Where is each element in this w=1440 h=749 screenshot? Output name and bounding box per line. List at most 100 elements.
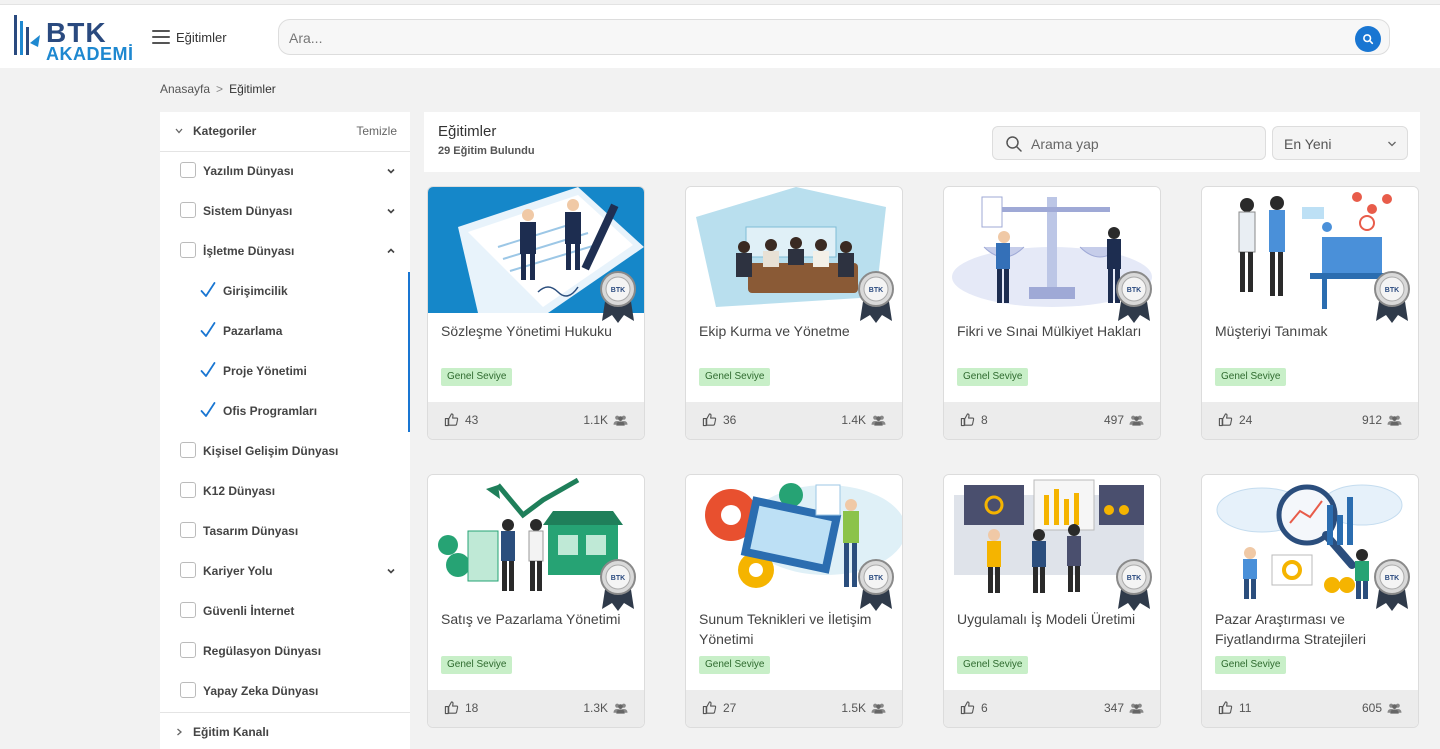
category-item[interactable]: İşletme Dünyası <box>160 232 410 272</box>
category-checkbox[interactable] <box>180 682 196 698</box>
category-checkbox[interactable] <box>180 442 196 458</box>
results-header: Eğitimler 29 Eğitim Bulundu En Yeni <box>424 112 1420 172</box>
course-card[interactable]: BTK Satış ve Pazarlama Yönetimi Genel Sevi… <box>427 474 645 728</box>
category-label: K12 Dünyası <box>203 484 276 498</box>
thumbs-up-icon <box>702 701 717 715</box>
likes-value: 11 <box>1239 700 1252 715</box>
category-checkbox[interactable] <box>180 162 196 178</box>
category-checkbox[interactable] <box>180 242 196 258</box>
category-checkbox[interactable] <box>180 642 196 658</box>
category-checkbox[interactable] <box>180 482 196 498</box>
clear-filters-button[interactable]: Temizle <box>356 124 397 138</box>
course-card-footer: 18 1.3K <box>428 690 644 727</box>
category-label: İşletme Dünyası <box>203 244 295 258</box>
category-item[interactable]: Kişisel Gelişim Dünyası <box>160 432 410 472</box>
course-title[interactable]: Uygulamalı İş Modeli Üretimi <box>957 609 1152 629</box>
breadcrumb-home-link[interactable]: Anasayfa <box>160 82 210 96</box>
category-checkbox[interactable] <box>180 202 196 218</box>
course-card[interactable]: BTK Müşteriyi Tanımak Genel Seviye 24 912 <box>1201 186 1419 440</box>
badge-text: BTK <box>1385 575 1399 582</box>
course-card[interactable]: BTK Fikri ve Sınai Mülkiyet Hakları Genel … <box>943 186 1161 440</box>
course-title[interactable]: Satış ve Pazarlama Yönetimi <box>441 609 636 629</box>
category-checkbox[interactable] <box>180 562 196 578</box>
category-item[interactable]: Yazılım Dünyası <box>160 152 410 192</box>
chevron-down-icon[interactable] <box>386 566 396 576</box>
badge-text: BTK <box>869 287 883 294</box>
level-badge: Genel Seviye <box>441 368 513 386</box>
search-icon <box>1006 136 1022 152</box>
participants-count: 912 <box>1362 413 1402 427</box>
chevron-down-icon[interactable] <box>386 166 396 176</box>
global-search-input[interactable] <box>289 28 1339 48</box>
chevron-up-icon[interactable] <box>386 246 396 256</box>
level-badge: Genel Seviye <box>1215 368 1287 386</box>
course-title[interactable]: Ekip Kurma ve Yönetme <box>699 321 894 341</box>
likes-value: 6 <box>981 700 988 715</box>
users-icon <box>1129 703 1144 714</box>
checkmark-icon[interactable] <box>200 401 216 419</box>
category-checkbox[interactable] <box>180 602 196 618</box>
category-item[interactable]: K12 Dünyası <box>160 472 410 512</box>
category-label: Tasarım Dünyası <box>203 524 299 538</box>
thumbs-up-icon <box>702 413 717 427</box>
subcategory-item[interactable]: Pazarlama <box>160 312 410 352</box>
likes-count[interactable]: 24 <box>1218 412 1252 427</box>
checkmark-icon[interactable] <box>200 321 216 339</box>
subcategory-item[interactable]: Girişimcilik <box>160 272 410 312</box>
likes-count[interactable]: 6 <box>960 700 988 715</box>
course-card[interactable]: BTK Pazar Araştırması ve Fiyatlandırma St… <box>1201 474 1419 728</box>
course-card[interactable]: BTK Uygulamalı İş Modeli Üretimi Genel Sev… <box>943 474 1161 728</box>
category-item[interactable]: Yapay Zeka Dünyası <box>160 672 410 712</box>
category-item[interactable]: Tasarım Dünyası <box>160 512 410 552</box>
users-icon <box>613 415 628 426</box>
category-item[interactable]: Kariyer Yolu <box>160 552 410 592</box>
subcategory-item[interactable]: Proje Yönetimi <box>160 352 410 392</box>
level-badge: Genel Seviye <box>699 368 771 386</box>
category-item[interactable]: Sistem Dünyası <box>160 192 410 232</box>
course-title[interactable]: Sunum Teknikleri ve İletişim Yönetimi <box>699 609 894 649</box>
course-card[interactable]: BTK Sunum Teknikleri ve İletişim Yönetimi… <box>685 474 903 728</box>
categories-header[interactable]: Kategoriler Temizle <box>160 112 410 152</box>
level-badge: Genel Seviye <box>957 368 1029 386</box>
category-checkbox[interactable] <box>180 522 196 538</box>
results-search-input[interactable] <box>1031 135 1251 153</box>
thumbs-up-icon <box>960 413 975 427</box>
category-item[interactable]: Regülasyon Dünyası <box>160 632 410 672</box>
btk-certificate-badge-icon: BTK <box>600 271 636 323</box>
category-label: Yapay Zeka Dünyası <box>203 684 319 698</box>
checkmark-icon[interactable] <box>200 281 216 299</box>
likes-count[interactable]: 43 <box>444 412 478 427</box>
course-card[interactable]: BTK Sözleşme Yönetimi Hukuku Genel Seviye 4… <box>427 186 645 440</box>
likes-count[interactable]: 11 <box>1218 700 1251 715</box>
chevron-down-icon[interactable] <box>386 206 396 216</box>
trainings-menu-button[interactable]: Eğitimler <box>152 25 227 49</box>
likes-count[interactable]: 18 <box>444 700 478 715</box>
sort-select[interactable]: En Yeni <box>1272 126 1408 160</box>
participants-count: 1.3K <box>583 701 628 715</box>
subcategory-item[interactable]: Ofis Programları <box>160 392 410 432</box>
likes-count[interactable]: 36 <box>702 412 736 427</box>
global-search-bar <box>278 19 1390 55</box>
likes-count[interactable]: 8 <box>960 412 988 427</box>
course-title[interactable]: Fikri ve Sınai Mülkiyet Hakları <box>957 321 1152 341</box>
participants-value: 605 <box>1361 701 1382 715</box>
participants-count: 605 <box>1362 701 1402 715</box>
course-title[interactable]: Müşteriyi Tanımak <box>1215 321 1410 341</box>
btk-akademi-logo[interactable]: BTK AKADEMİ <box>12 13 136 63</box>
logo-text-top: BTK <box>46 17 107 48</box>
subcategory-label: Ofis Programları <box>223 404 318 418</box>
training-channel-header[interactable]: Eğitim Kanalı <box>160 712 410 749</box>
course-card[interactable]: BTK Ekip Kurma ve Yönetme Genel Seviye 36 1.… <box>685 186 903 440</box>
course-title[interactable]: Sözleşme Yönetimi Hukuku <box>441 321 636 341</box>
likes-count[interactable]: 27 <box>702 700 736 715</box>
logo-text-bottom: AKADEMİ <box>46 44 134 64</box>
badge-text: BTK <box>1127 287 1141 294</box>
participants-value: 347 <box>1103 701 1124 715</box>
checkmark-icon[interactable] <box>200 361 216 379</box>
likes-value: 18 <box>465 700 479 715</box>
hamburger-icon <box>152 30 170 44</box>
course-card-footer: 11 605 <box>1202 690 1418 727</box>
category-item[interactable]: Güvenli İnternet <box>160 592 410 632</box>
course-title[interactable]: Pazar Araştırması ve Fiyatlandırma Strat… <box>1215 609 1410 649</box>
global-search-button[interactable] <box>1355 26 1381 52</box>
